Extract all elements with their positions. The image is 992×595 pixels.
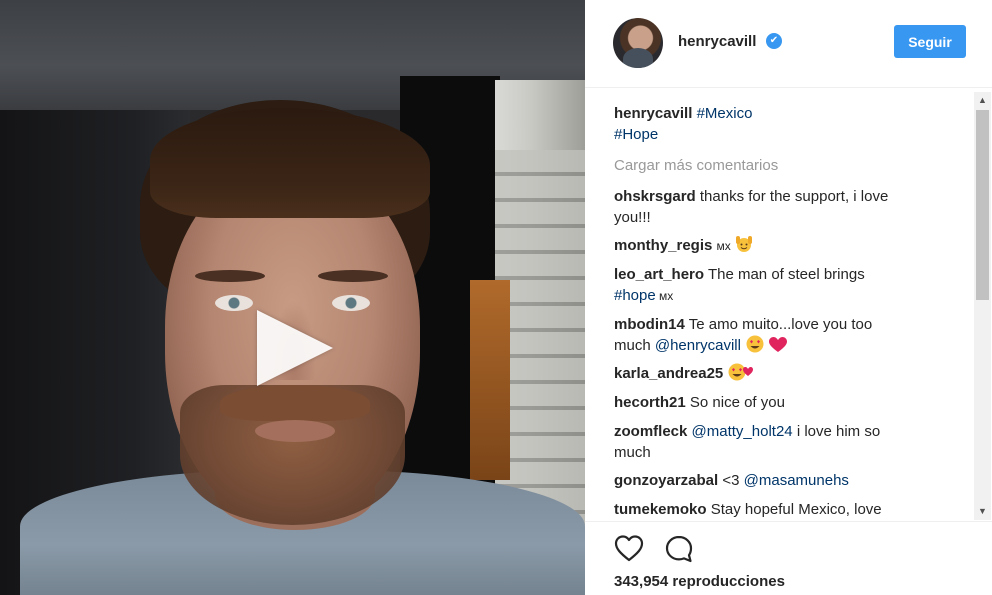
comment-item: monthy_regis мх [614, 235, 753, 257]
caption-line: #Hope [614, 124, 658, 145]
comment-text: i love him so [792, 423, 881, 440]
comment-mention[interactable]: @henrycavill [655, 337, 741, 354]
comment-item: tumekemoko Stay hopeful Mexico, love [614, 499, 882, 520]
comment-username[interactable]: zoomfleck [614, 423, 687, 440]
caption-hashtag[interactable]: #Mexico [697, 105, 753, 122]
comment-username[interactable]: mbodin14 [614, 316, 685, 333]
comment-username[interactable]: gonzoyarzabal [614, 472, 718, 489]
comment-text: So nice of you [689, 394, 785, 411]
speech-bubble-icon[interactable] [664, 534, 694, 564]
comment-text: мх [716, 239, 731, 253]
comment-item: hecorth21 So nice of you [614, 392, 785, 413]
comment-username[interactable]: leo_art_hero [614, 266, 704, 283]
avatar-figure [623, 48, 653, 68]
post-header: henrycavill ✔ Seguir [585, 0, 992, 88]
raising-hands-emoji-icon [735, 236, 752, 252]
comment-item: karla_andrea25 [614, 363, 754, 384]
comment-mention[interactable]: @matty_holt24 [692, 423, 793, 440]
comment-item: zoomfleck @matty_holt24 i love him so [614, 421, 880, 442]
actions-divider [585, 521, 992, 522]
video-frame-left-eye [215, 295, 253, 311]
comment-text-line: #hope мх [614, 285, 673, 307]
caption-line: henrycavill #Mexico [614, 103, 752, 124]
video-player[interactable] [0, 0, 585, 595]
red-heart-emoji-icon [769, 337, 788, 352]
comment-text: The man of steel brings [707, 266, 865, 283]
post-side-panel: henrycavill ✔ Seguir henrycavill #Mexico… [585, 0, 992, 595]
comment-text: much [614, 444, 651, 461]
avatar[interactable] [613, 18, 663, 68]
comment-mention[interactable]: @masamunehs [744, 472, 849, 489]
comment-item: leo_art_hero The man of steel brings [614, 264, 865, 285]
comment-item: gonzoyarzabal <3 @masamunehs [614, 470, 849, 491]
comment-text-line: much @henrycavill [614, 335, 788, 356]
load-more-comments-link[interactable]: Cargar más comentarios [614, 155, 778, 176]
comment-text: much [614, 337, 655, 354]
view-count: 343,954 reproducciones [614, 573, 785, 590]
comment-text: you!!! [614, 209, 651, 226]
video-frame-right-brow [318, 270, 388, 282]
comment-text: Te amo muito...love you too [688, 316, 873, 333]
comment-item: mbodin14 Te amo muito...love you too [614, 314, 872, 335]
comment-text: <3 [722, 472, 744, 489]
video-frame-wood-panel [470, 280, 510, 480]
video-frame-hair [150, 108, 430, 218]
scroll-down-arrow-icon[interactable]: ▼ [974, 503, 991, 520]
comments-list: henrycavill #Mexico #Hope Cargar más com… [614, 100, 974, 520]
post-username[interactable]: henrycavill [678, 33, 756, 50]
comment-text: thanks for the support, i love [699, 188, 889, 205]
caption-hashtag[interactable]: #Hope [614, 126, 658, 143]
follow-button[interactable]: Seguir [894, 25, 966, 58]
caption-username[interactable]: henrycavill [614, 105, 692, 122]
video-frame-lips [255, 420, 335, 442]
comment-username[interactable]: monthy_regis [614, 237, 712, 254]
scroll-up-arrow-icon[interactable]: ▲ [974, 92, 991, 109]
scrollbar-thumb[interactable] [976, 110, 989, 300]
comment-item: ohskrsgard thanks for the support, i lov… [614, 186, 888, 207]
video-frame-left-brow [195, 270, 265, 282]
verified-badge-icon: ✔ [766, 33, 782, 49]
comment-text: Stay hopeful Mexico, love [710, 501, 882, 518]
video-frame-mustache [220, 385, 370, 421]
video-frame-right-eye [332, 295, 370, 311]
heart-eyes-heart-emoji-icon [728, 363, 754, 381]
comment-username[interactable]: hecorth21 [614, 394, 686, 411]
comments-scrollbar[interactable]: ▲ ▼ [974, 92, 991, 520]
comment-hashtag[interactable]: #hope [614, 287, 656, 304]
heart-outline-icon[interactable] [614, 534, 644, 562]
play-icon[interactable] [257, 310, 333, 386]
comment-username[interactable]: tumekemoko [614, 501, 707, 518]
heart-eyes-emoji-icon [746, 335, 764, 353]
comment-username[interactable]: ohskrsgard [614, 188, 696, 205]
comment-text: мх [655, 289, 674, 303]
comment-username[interactable]: karla_andrea25 [614, 365, 723, 382]
